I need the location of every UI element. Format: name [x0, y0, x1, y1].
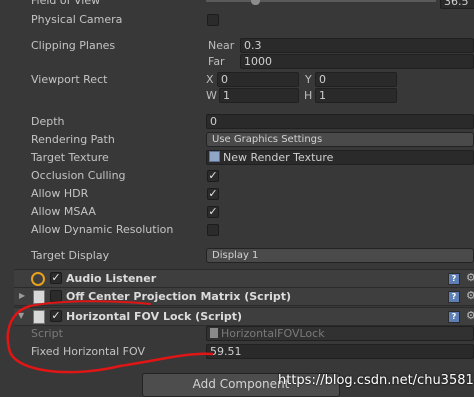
red-annotation-scribble	[6, 300, 214, 374]
